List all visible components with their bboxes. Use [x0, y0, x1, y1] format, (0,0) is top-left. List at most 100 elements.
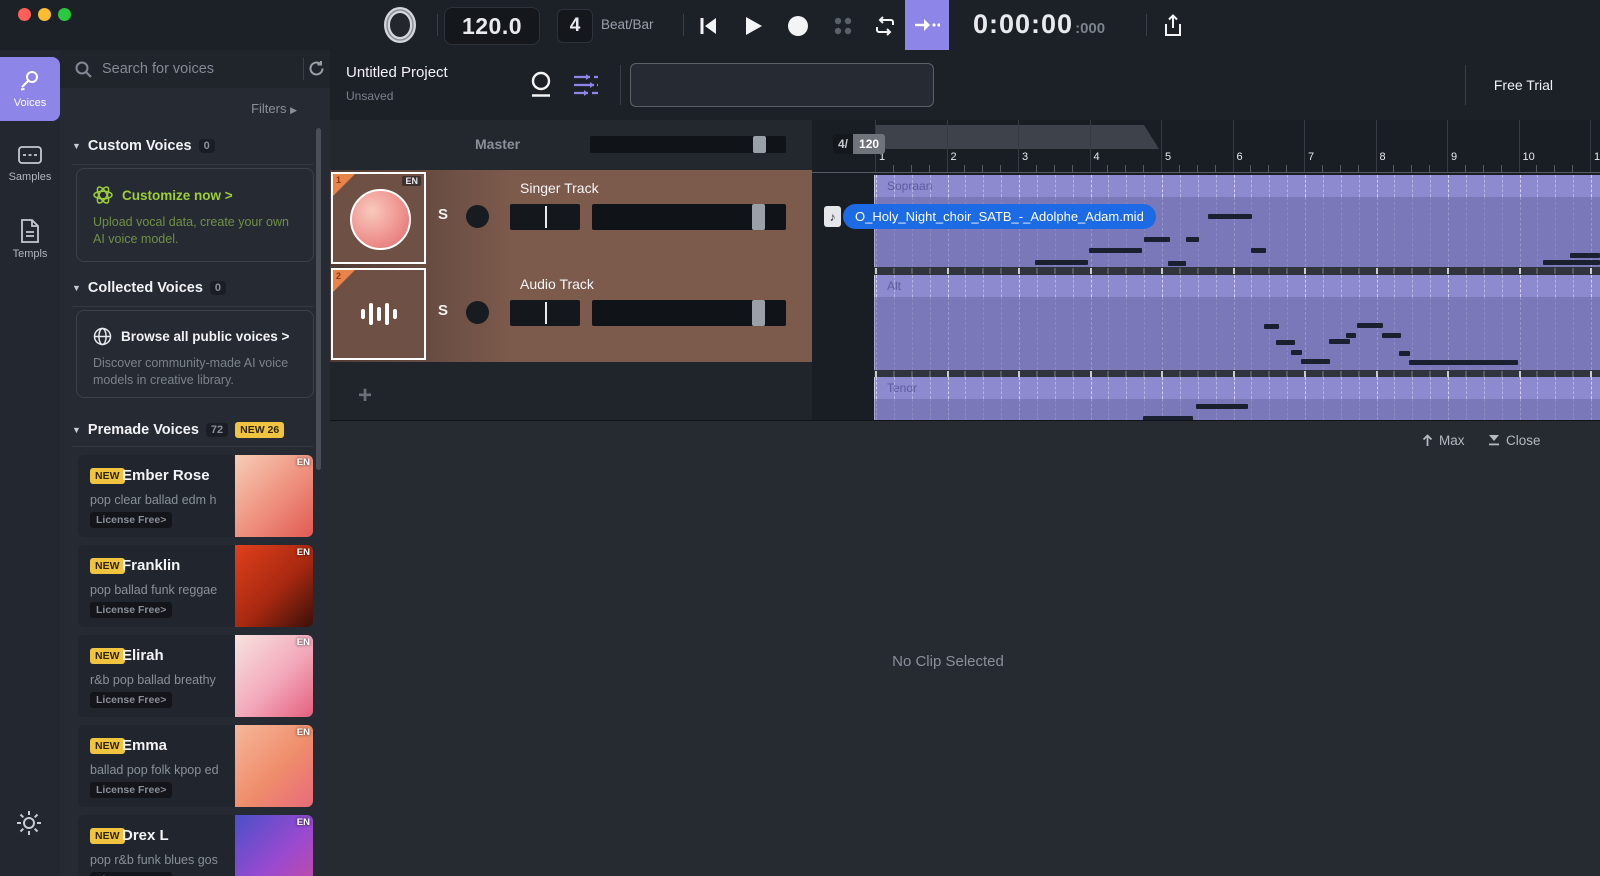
- midi-file-pill[interactable]: O_Holy_Night_choir_SATB_-_Adolphe_Adam.m…: [843, 204, 1156, 229]
- master-volume-slider[interactable]: [590, 136, 786, 153]
- beats-per-bar-display[interactable]: 4: [557, 9, 593, 43]
- midi-note: [1543, 260, 1600, 265]
- audio-track-card[interactable]: 2: [331, 268, 426, 360]
- tab-templates[interactable]: Templs: [0, 218, 60, 260]
- beat-line: [1519, 275, 1521, 297]
- chevron-down-icon: ▼: [72, 141, 81, 151]
- license-badge[interactable]: License Free>: [90, 782, 173, 798]
- skip-to-start-button[interactable]: [695, 13, 721, 39]
- divider: [1465, 65, 1466, 105]
- beat-line: [1197, 297, 1199, 370]
- beat-line: [1483, 377, 1485, 399]
- beat-line: [1090, 377, 1092, 399]
- pan-slider[interactable]: [510, 300, 580, 326]
- voice-search-bar: [60, 50, 330, 88]
- beat-tick: [1536, 165, 1538, 172]
- beat-tick: [1429, 165, 1431, 172]
- clip-lane-header-tenor[interactable]: Tenor: [874, 377, 1600, 399]
- voices-scrollbar[interactable]: [316, 128, 321, 470]
- track-volume-slider[interactable]: [592, 300, 786, 326]
- beat-tick: [928, 165, 930, 172]
- gap-tick: [875, 371, 877, 377]
- section-premade-voices[interactable]: ▼ Premade Voices 72 NEW 26: [72, 422, 285, 438]
- voice-card-franklin[interactable]: NEW Franklin pop ballad funk reggae License…: [78, 545, 313, 627]
- track-volume-handle[interactable]: [752, 300, 765, 326]
- time-display[interactable]: 0:00:00 :000: [973, 9, 1105, 40]
- beat-line: [1162, 197, 1163, 267]
- beat-line: [1144, 297, 1146, 370]
- window-close-button[interactable]: [18, 8, 31, 21]
- license-badge[interactable]: License Free>: [90, 692, 173, 708]
- settings-gear-icon[interactable]: [14, 808, 44, 838]
- solo-button[interactable]: S: [438, 302, 448, 319]
- mixer-settings-icon[interactable]: [572, 72, 600, 98]
- license-badge[interactable]: License Free>: [90, 512, 173, 528]
- gap-tick: [1447, 371, 1449, 377]
- voice-card-emma[interactable]: NEW Emma ballad pop folk kpop ed License Fr…: [78, 725, 313, 807]
- tab-voices[interactable]: Voices: [0, 57, 60, 121]
- beat-tick: [1214, 165, 1216, 172]
- gap-tick: [1590, 371, 1592, 377]
- browse-description: Discover community-made AI voice models …: [93, 356, 289, 387]
- filters-button[interactable]: Filters ▶: [251, 101, 297, 116]
- track-volume-slider[interactable]: [592, 204, 786, 230]
- browse-public-voices-card[interactable]: Browse all public voices > Discover comm…: [76, 310, 314, 398]
- vocal-mode-icon[interactable]: [528, 70, 554, 100]
- beat-line: [1269, 399, 1271, 420]
- section-collected-voices[interactable]: ▼ Collected Voices 0: [72, 280, 227, 296]
- beat-line: [1305, 377, 1306, 399]
- window-zoom-button[interactable]: [58, 8, 71, 21]
- tempo-marker[interactable]: 4/ 120: [833, 134, 886, 154]
- customize-voice-card[interactable]: Customize now > Upload vocal data, creat…: [76, 168, 314, 262]
- header-text-input[interactable]: [630, 63, 934, 107]
- section-title: Collected Voices: [87, 280, 203, 296]
- window-minimize-button[interactable]: [38, 8, 51, 21]
- midi-note: [1409, 360, 1518, 365]
- track-volume-handle[interactable]: [752, 204, 765, 230]
- beat-line: [1465, 399, 1467, 420]
- tempo-display[interactable]: 120.0: [444, 7, 540, 45]
- master-volume-handle[interactable]: [753, 136, 766, 153]
- gap-tick: [1429, 371, 1432, 377]
- clip-lane-header-alt[interactable]: Alt: [874, 275, 1600, 297]
- record-arm-button[interactable]: [466, 301, 489, 324]
- maximize-panel-button[interactable]: Max: [1422, 433, 1465, 448]
- tab-samples[interactable]: Samples: [0, 143, 60, 183]
- license-badge[interactable]: License Free>: [90, 602, 173, 618]
- gap-tick: [1018, 268, 1020, 274]
- beat-line: [1340, 197, 1342, 267]
- free-trial-button[interactable]: Free Trial: [1494, 77, 1553, 93]
- add-track-button[interactable]: +: [358, 382, 372, 410]
- loop-button[interactable]: [872, 13, 898, 39]
- beat-line: [1305, 197, 1306, 267]
- follow-playhead-button[interactable]: [905, 0, 949, 50]
- close-panel-button[interactable]: Close: [1488, 433, 1541, 448]
- record-button[interactable]: [785, 13, 811, 39]
- loop-region[interactable]: [875, 125, 1159, 149]
- clip-lane-header-sopraan[interactable]: Sopraan: [874, 175, 1600, 197]
- track-row-audio[interactable]: 2 Audio Track S: [330, 266, 812, 362]
- play-button[interactable]: [740, 13, 766, 39]
- gap-tick: [1196, 371, 1199, 377]
- clip-lane-body-tenor[interactable]: [874, 399, 1600, 420]
- voice-card-drex-l[interactable]: NEWDrex L pop r&b funk blues gos License F…: [78, 815, 313, 876]
- metronome-grid-icon[interactable]: [830, 13, 856, 39]
- customize-description: Upload vocal data, create your own AI vo…: [93, 215, 289, 246]
- pan-slider[interactable]: [510, 204, 580, 230]
- solo-button[interactable]: S: [438, 206, 448, 223]
- voice-card-ember-rose[interactable]: NEW Ember Rose pop clear ballad edm h Licen…: [78, 455, 313, 537]
- filters-label: Filters: [251, 101, 287, 116]
- beat-tick: [1107, 165, 1109, 172]
- arrangement-timeline[interactable]: 1234567891011 4/ 120 SopraanAltTenor ♪ O…: [812, 120, 1600, 420]
- section-custom-voices[interactable]: ▼ Custom Voices 0: [72, 138, 215, 154]
- share-export-button[interactable]: [1160, 13, 1186, 39]
- track-row-singer[interactable]: 1 EN Singer Track S: [330, 170, 812, 266]
- voice-search-input[interactable]: [100, 60, 299, 78]
- gap-tick: [1053, 268, 1056, 274]
- singer-track-card[interactable]: 1 EN: [331, 172, 426, 264]
- refresh-icon[interactable]: [308, 60, 325, 77]
- beat-line: [1537, 297, 1539, 370]
- voice-card-elirah[interactable]: NEW Elirah r&b pop ballad breathy License F…: [78, 635, 313, 717]
- record-arm-button[interactable]: [466, 205, 489, 228]
- license-badge[interactable]: License Free>: [90, 872, 173, 876]
